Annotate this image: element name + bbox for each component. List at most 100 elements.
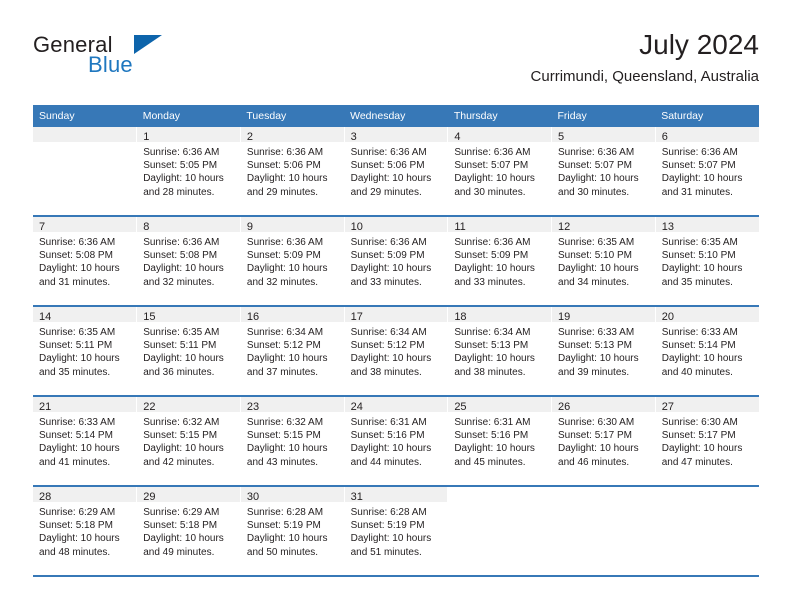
day-cell[interactable]: 19 Sunrise: 6:33 AM Sunset: 5:13 PM Dayligh… (552, 307, 655, 395)
sunset-text: Sunset: 5:09 PM (246, 250, 321, 262)
daylight-text-line1: Daylight: 10 hours (454, 263, 535, 275)
calendar-cell: 9 Sunrise: 6:36 AM Sunset: 5:09 PM Daylight… (240, 216, 345, 307)
day-cell[interactable]: 11 Sunrise: 6:36 AM Sunset: 5:09 PM Dayligh… (448, 217, 552, 305)
day-cell[interactable]: 12 Sunrise: 6:35 AM Sunset: 5:10 PM Dayligh… (552, 217, 655, 305)
day-cell[interactable]: 5 Sunrise: 6:36 AM Sunset: 5:07 PM Daylight… (552, 127, 655, 215)
day-details: Sunrise: 6:36 AM Sunset: 5:07 PM Daylight:… (448, 142, 551, 199)
day-cell[interactable]: 28 Sunrise: 6:29 AM Sunset: 5:18 PM Dayligh… (33, 487, 137, 575)
sunrise-text: Sunrise: 6:36 AM (558, 147, 635, 158)
day-cell[interactable]: 2 Sunrise: 6:36 AM Sunset: 5:06 PM Daylight… (240, 127, 344, 215)
day-cell[interactable]: 23 Sunrise: 6:32 AM Sunset: 5:15 PM Dayligh… (240, 397, 344, 485)
day-cell[interactable]: 4 Sunrise: 6:36 AM Sunset: 5:07 PM Daylight… (448, 127, 552, 215)
day-number: 6 (655, 127, 759, 143)
daylight-text-line2: and 31 minutes. (661, 186, 733, 198)
day-cell[interactable]: 22 Sunrise: 6:32 AM Sunset: 5:15 PM Dayligh… (137, 397, 240, 485)
day-number: 16 (240, 307, 344, 323)
weekday-header-friday: Friday (551, 105, 656, 127)
daylight-text-line1: Daylight: 10 hours (350, 353, 432, 365)
day-cell[interactable]: 6 Sunrise: 6:36 AM Sunset: 5:07 PM Daylight… (655, 127, 759, 215)
daylight-text-line1: Daylight: 10 hours (39, 443, 120, 455)
sunset-text: Sunset: 5:09 PM (454, 250, 529, 262)
daylight-text-line1: Daylight: 10 hours (143, 173, 224, 185)
day-cell[interactable]: 17 Sunrise: 6:34 AM Sunset: 5:12 PM Dayligh… (344, 307, 448, 395)
day-cell[interactable]: 15 Sunrise: 6:35 AM Sunset: 5:11 PM Dayligh… (137, 307, 240, 395)
daylight-text-line2: and 38 minutes. (350, 366, 422, 378)
sunrise-text: Sunrise: 6:29 AM (39, 507, 116, 518)
day-details: Sunrise: 6:34 AM Sunset: 5:12 PM Daylight:… (345, 322, 448, 379)
day-details: Sunrise: 6:34 AM Sunset: 5:13 PM Daylight:… (448, 322, 551, 379)
day-cell[interactable]: 25 Sunrise: 6:31 AM Sunset: 5:16 PM Dayligh… (448, 397, 552, 485)
sunset-text: Sunset: 5:08 PM (143, 250, 218, 262)
daylight-text-line1: Daylight: 10 hours (558, 263, 639, 275)
daylight-text-line1: Daylight: 10 hours (39, 263, 120, 275)
sunset-text: Sunset: 5:18 PM (143, 520, 218, 532)
calendar-cell: 8 Sunrise: 6:36 AM Sunset: 5:08 PM Daylight… (136, 216, 241, 307)
day-number: 23 (240, 397, 344, 413)
day-cell[interactable]: 18 Sunrise: 6:34 AM Sunset: 5:13 PM Dayligh… (448, 307, 552, 395)
sunset-text: Sunset: 5:07 PM (558, 160, 632, 172)
daylight-text-line1: Daylight: 10 hours (661, 173, 743, 185)
calendar-cell: 30 Sunrise: 6:28 AM Sunset: 5:19 PM Dayligh… (240, 486, 345, 577)
day-cell[interactable]: 10 Sunrise: 6:36 AM Sunset: 5:09 PM Dayligh… (344, 217, 448, 305)
day-number: 27 (655, 397, 759, 413)
day-cell[interactable]: 1 Sunrise: 6:36 AM Sunset: 5:05 PM Daylight… (137, 127, 240, 215)
calendar-cell: 4 Sunrise: 6:36 AM Sunset: 5:07 PM Daylight… (447, 127, 553, 217)
sunset-text: Sunset: 5:18 PM (39, 520, 113, 532)
day-cell[interactable]: 16 Sunrise: 6:34 AM Sunset: 5:12 PM Dayligh… (240, 307, 344, 395)
day-cell[interactable]: 3 Sunrise: 6:36 AM Sunset: 5:06 PM Daylight… (344, 127, 448, 215)
day-details: Sunrise: 6:30 AM Sunset: 5:17 PM Daylight:… (656, 412, 759, 469)
calendar-cell: 13 Sunrise: 6:35 AM Sunset: 5:10 PM Dayligh… (655, 216, 759, 307)
sunrise-text: Sunrise: 6:31 AM (454, 417, 531, 428)
daylight-text-line2: and 40 minutes. (661, 366, 733, 378)
day-number: 7 (33, 217, 137, 233)
calendar-week-row: 7 Sunrise: 6:36 AM Sunset: 5:08 PM Daylight… (33, 216, 759, 307)
sunset-text: Sunset: 5:09 PM (350, 250, 425, 262)
calendar-week-row: 14 Sunrise: 6:35 AM Sunset: 5:11 PM Dayligh… (33, 306, 759, 397)
daylight-text-line2: and 30 minutes. (454, 186, 526, 198)
day-details: Sunrise: 6:36 AM Sunset: 5:07 PM Daylight:… (552, 142, 655, 199)
daylight-text-line2: and 29 minutes. (246, 186, 319, 198)
day-cell[interactable]: 31 Sunrise: 6:28 AM Sunset: 5:19 PM Dayligh… (344, 487, 448, 575)
calendar-cell: 19 Sunrise: 6:33 AM Sunset: 5:13 PM Dayligh… (551, 306, 656, 397)
day-cell[interactable]: 24 Sunrise: 6:31 AM Sunset: 5:16 PM Dayligh… (344, 397, 448, 485)
day-details: Sunrise: 6:35 AM Sunset: 5:11 PM Daylight:… (137, 322, 240, 379)
day-cell[interactable]: 21 Sunrise: 6:33 AM Sunset: 5:14 PM Dayligh… (33, 397, 137, 485)
day-number: 25 (448, 397, 552, 413)
day-number: 19 (552, 307, 655, 323)
day-cell[interactable]: 29 Sunrise: 6:29 AM Sunset: 5:18 PM Dayligh… (137, 487, 240, 575)
daylight-text-line2: and 50 minutes. (246, 546, 319, 558)
day-cell[interactable]: 20 Sunrise: 6:33 AM Sunset: 5:14 PM Dayligh… (655, 307, 759, 395)
calendar-page: General Blue July 2024 Currimundi, Queen… (0, 0, 792, 612)
day-details: Sunrise: 6:28 AM Sunset: 5:19 PM Daylight:… (241, 502, 344, 559)
calendar-cell: 18 Sunrise: 6:34 AM Sunset: 5:13 PM Dayligh… (447, 306, 553, 397)
daylight-text-line1: Daylight: 10 hours (143, 263, 224, 275)
sunrise-text: Sunrise: 6:36 AM (350, 237, 427, 248)
day-cell[interactable]: 26 Sunrise: 6:30 AM Sunset: 5:17 PM Dayligh… (552, 397, 655, 485)
day-cell[interactable]: 30 Sunrise: 6:28 AM Sunset: 5:19 PM Dayligh… (240, 487, 344, 575)
sunrise-text: Sunrise: 6:36 AM (454, 147, 531, 158)
day-cell[interactable]: 27 Sunrise: 6:30 AM Sunset: 5:17 PM Dayligh… (655, 397, 759, 485)
day-cell[interactable]: 7 Sunrise: 6:36 AM Sunset: 5:08 PM Daylight… (33, 217, 137, 305)
day-number: 26 (552, 397, 655, 413)
day-number: 21 (33, 397, 137, 413)
sunrise-text: Sunrise: 6:29 AM (143, 507, 220, 518)
day-number: 20 (655, 307, 759, 323)
calendar-cell: 10 Sunrise: 6:36 AM Sunset: 5:09 PM Dayligh… (344, 216, 449, 307)
sunrise-text: Sunrise: 6:34 AM (246, 327, 324, 338)
sunset-text: Sunset: 5:15 PM (143, 430, 218, 442)
day-number: 3 (344, 127, 448, 143)
day-cell[interactable]: 8 Sunrise: 6:36 AM Sunset: 5:08 PM Daylight… (137, 217, 240, 305)
sunrise-text: Sunrise: 6:35 AM (39, 327, 116, 338)
day-cell[interactable]: 9 Sunrise: 6:36 AM Sunset: 5:09 PM Daylight… (240, 217, 344, 305)
empty-day-cell (33, 127, 137, 215)
daylight-text-line2: and 31 minutes. (39, 276, 111, 288)
general-blue-logo[interactable]: General Blue (33, 32, 163, 82)
calendar-cell: 5 Sunrise: 6:36 AM Sunset: 5:07 PM Daylight… (551, 127, 656, 217)
weekday-header-tuesday: Tuesday (240, 105, 345, 127)
day-cell[interactable]: 14 Sunrise: 6:35 AM Sunset: 5:11 PM Dayligh… (33, 307, 137, 395)
sunset-text: Sunset: 5:12 PM (350, 340, 425, 352)
day-number: 1 (137, 127, 240, 143)
daylight-text-line2: and 33 minutes. (454, 276, 526, 288)
daylight-text-line1: Daylight: 10 hours (143, 533, 224, 545)
day-cell[interactable]: 13 Sunrise: 6:35 AM Sunset: 5:10 PM Dayligh… (655, 217, 759, 305)
